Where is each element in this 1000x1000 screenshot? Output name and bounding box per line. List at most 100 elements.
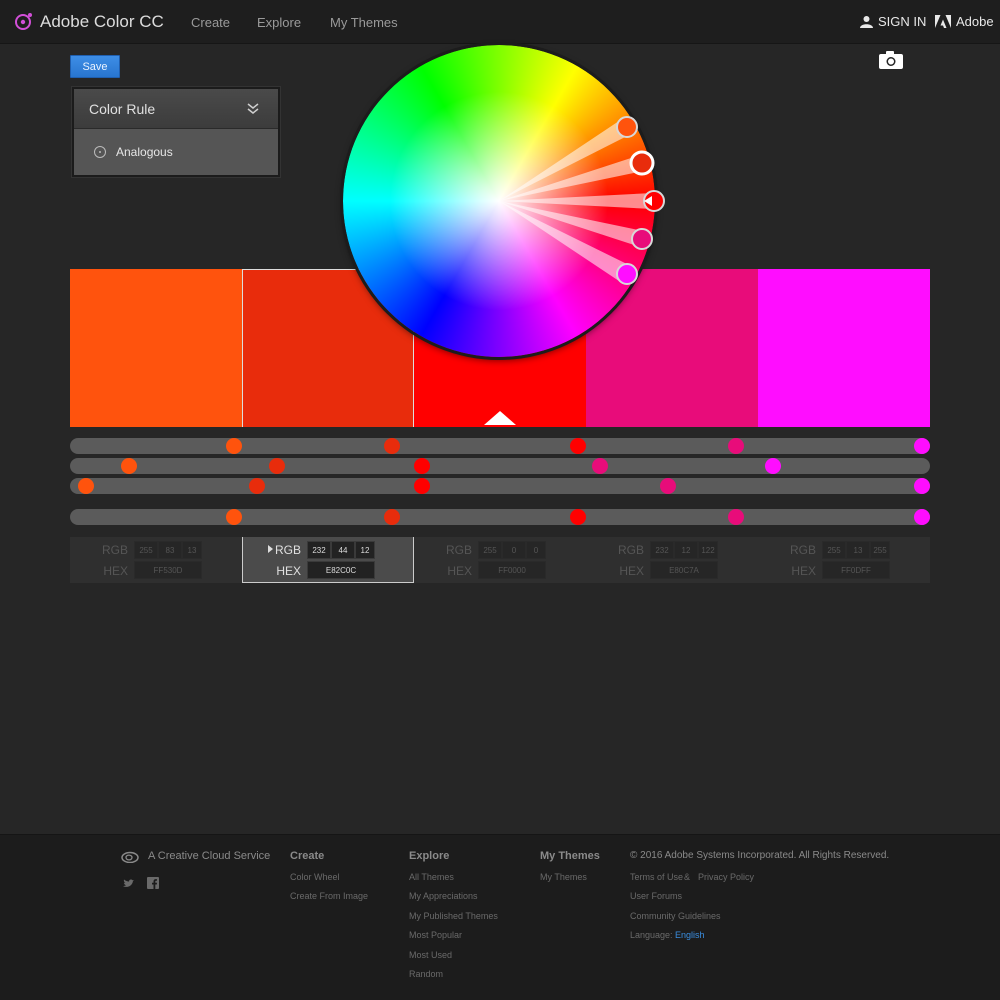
color-values-3[interactable]: RGB 255 0 0 HEX FF0000 (414, 537, 586, 583)
hex-label: HEX (103, 564, 128, 578)
creative-cloud-icon (121, 851, 139, 863)
b-field[interactable]: 255 (870, 541, 890, 559)
slider-knob[interactable] (414, 458, 430, 474)
slider-knob[interactable] (121, 458, 137, 474)
slider-track-3[interactable] (70, 478, 930, 494)
slider-knob[interactable] (914, 509, 930, 525)
wheel-handle-1[interactable] (616, 116, 638, 138)
color-rule-header[interactable]: Color Rule (74, 89, 278, 129)
wheel-handle-2[interactable] (629, 150, 655, 176)
footer-mythemes-heading[interactable]: My Themes (540, 850, 600, 862)
slider-knob[interactable] (914, 438, 930, 454)
slider-knob[interactable] (226, 438, 242, 454)
slider-knob[interactable] (728, 438, 744, 454)
color-swatch-5[interactable] (758, 269, 930, 427)
b-field[interactable]: 0 (526, 541, 546, 559)
radio-icon (94, 146, 106, 158)
g-field[interactable]: 0 (502, 541, 526, 559)
slider-knob[interactable] (249, 478, 265, 494)
slider-knob[interactable] (728, 509, 744, 525)
slider-track-2[interactable] (70, 458, 930, 474)
footer-link-my-published-themes[interactable]: My Published Themes (409, 911, 498, 921)
footer-link-terms[interactable]: Terms of Use (630, 872, 683, 882)
wheel-handle-5[interactable] (616, 263, 638, 285)
slider-knob[interactable] (414, 478, 430, 494)
g-field[interactable]: 83 (158, 541, 182, 559)
language-selector[interactable]: English (675, 930, 705, 940)
footer-link-most-used[interactable]: Most Used (409, 950, 452, 960)
copyright-text: © 2016 Adobe Systems Incorporated. All R… (630, 850, 890, 861)
hex-field[interactable]: FF530D (134, 561, 202, 579)
footer-link-most-popular[interactable]: Most Popular (409, 930, 462, 940)
nav-explore[interactable]: Explore (257, 15, 301, 30)
footer: A Creative Cloud Service Create Color Wh… (0, 834, 1000, 1000)
nav-my-themes[interactable]: My Themes (330, 15, 398, 30)
base-color-marker-icon (484, 411, 516, 425)
nav-create[interactable]: Create (191, 15, 230, 30)
slider-knob[interactable] (78, 478, 94, 494)
hex-field[interactable]: FF0000 (478, 561, 546, 579)
slider-knob[interactable] (570, 438, 586, 454)
r-field[interactable]: 255 (822, 541, 846, 559)
brightness-slider-track[interactable] (70, 509, 930, 525)
slider-knob[interactable] (384, 509, 400, 525)
slider-knob[interactable] (226, 509, 242, 525)
r-field[interactable]: 255 (478, 541, 502, 559)
color-wheel-handles[interactable] (343, 45, 665, 357)
double-chevron-down-icon[interactable] (246, 101, 260, 115)
hex-field[interactable]: FF0DFF (822, 561, 890, 579)
g-field[interactable]: 44 (331, 541, 355, 559)
hex-field[interactable]: E82C0C (307, 561, 375, 579)
b-field[interactable]: 122 (698, 541, 718, 559)
app-title[interactable]: Adobe Color CC (40, 12, 164, 32)
color-values-5[interactable]: RGB 255 13 255 HEX FF0DFF (758, 537, 930, 583)
color-rule-panel: Color Rule Analogous (72, 87, 280, 177)
slider-knob[interactable] (914, 478, 930, 494)
footer-ampersand: & (684, 872, 691, 882)
r-field[interactable]: 255 (134, 541, 158, 559)
b-field[interactable]: 12 (355, 541, 375, 559)
g-field[interactable]: 13 (846, 541, 870, 559)
g-field[interactable]: 12 (674, 541, 698, 559)
camera-icon[interactable] (879, 51, 903, 69)
r-field[interactable]: 232 (307, 541, 331, 559)
footer-link-my-appreciations[interactable]: My Appreciations (409, 891, 478, 901)
rgb-label: RGB (617, 543, 644, 557)
slider-track-1[interactable] (70, 438, 930, 454)
footer-create-heading[interactable]: Create (290, 850, 324, 862)
color-values-2[interactable]: RGB 232 44 12 HEX E82C0C (242, 537, 414, 583)
footer-link-user-forums[interactable]: User Forums (630, 891, 682, 901)
slider-knob[interactable] (269, 458, 285, 474)
color-swatch-1[interactable] (70, 269, 242, 427)
footer-link-create-from-image[interactable]: Create From Image (290, 891, 368, 901)
b-field[interactable]: 13 (182, 541, 202, 559)
footer-link-all-themes[interactable]: All Themes (409, 872, 454, 882)
hex-label: HEX (791, 564, 816, 578)
adobe-link[interactable]: Adobe (935, 14, 994, 29)
footer-link-random[interactable]: Random (409, 969, 443, 979)
hex-field[interactable]: E80C7A (650, 561, 718, 579)
sign-in-button[interactable]: SIGN IN (860, 14, 926, 29)
twitter-icon[interactable] (123, 879, 134, 888)
slider-knob[interactable] (570, 509, 586, 525)
footer-link-privacy[interactable]: Privacy Policy (698, 872, 754, 882)
slider-knob[interactable] (765, 458, 781, 474)
facebook-icon[interactable] (147, 877, 159, 889)
color-values-4[interactable]: RGB 232 12 122 HEX E80C7A (586, 537, 758, 583)
footer-link-my-themes[interactable]: My Themes (540, 872, 587, 882)
slider-knob[interactable] (592, 458, 608, 474)
save-button[interactable]: Save (70, 55, 120, 78)
footer-link-community-guidelines[interactable]: Community Guidelines (630, 911, 721, 921)
sign-in-label: SIGN IN (878, 14, 927, 29)
color-rule-option-analogous[interactable]: Analogous (74, 129, 278, 175)
wheel-handle-4[interactable] (631, 228, 653, 250)
color-values-1[interactable]: RGB 255 83 13 HEX FF530D (70, 537, 242, 583)
slider-knob[interactable] (660, 478, 676, 494)
slider-knob[interactable] (384, 438, 400, 454)
r-field[interactable]: 232 (650, 541, 674, 559)
creative-cloud-text[interactable]: A Creative Cloud Service (148, 850, 270, 862)
footer-explore-heading[interactable]: Explore (409, 850, 449, 862)
hex-label: HEX (447, 564, 472, 578)
footer-link-color-wheel[interactable]: Color Wheel (290, 872, 340, 882)
adobe-color-logo-icon[interactable] (14, 11, 34, 31)
